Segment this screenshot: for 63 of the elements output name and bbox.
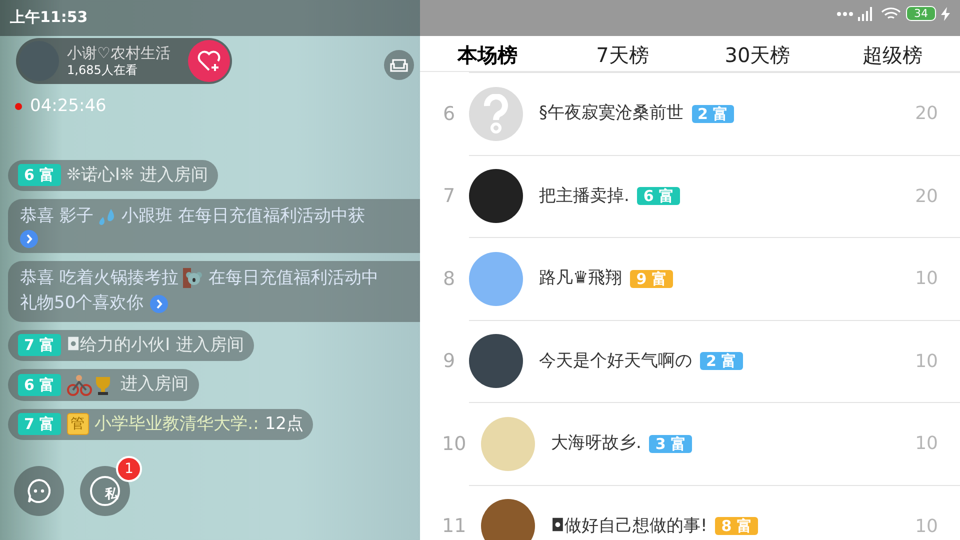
more-dots-icon bbox=[837, 12, 853, 16]
rank-number: 7 bbox=[443, 184, 456, 209]
level-badge: 2 富 bbox=[692, 104, 734, 123]
battery-icon: 34 bbox=[906, 6, 936, 21]
rank-number: 10 bbox=[442, 432, 466, 456]
follow-button[interactable] bbox=[188, 40, 230, 82]
viewer-count: 1,685人在看 bbox=[67, 62, 138, 78]
user-name: ◘做好自己想做的事! bbox=[551, 514, 708, 538]
level-badge: 6 富 bbox=[637, 187, 680, 206]
gift-text: 恭喜 吃着火锅揍考拉 bbox=[20, 266, 178, 290]
user-name: 路凡♛飛翔 bbox=[539, 267, 622, 290]
level-badge: 6 富 bbox=[18, 374, 61, 396]
score: 20 bbox=[915, 102, 938, 126]
wifi-icon bbox=[881, 6, 901, 20]
gift-text: 礼物50个喜欢你 bbox=[20, 292, 144, 315]
rank-number: 11 bbox=[442, 514, 466, 539]
user-name: ◘给力的小伙I bbox=[66, 334, 170, 356]
unread-badge: 1 bbox=[116, 456, 142, 482]
rank-number: 9 bbox=[443, 349, 456, 374]
chat-text: 12点 bbox=[264, 412, 304, 436]
enter-room-text: 进入房间 bbox=[140, 164, 208, 186]
user-name: 大海呀故乡. bbox=[551, 432, 642, 455]
ranking-tab[interactable]: 30天榜 bbox=[690, 0, 825, 71]
rank-number: 8 bbox=[443, 266, 456, 292]
level-badge: 3 富 bbox=[649, 434, 692, 453]
user-name: ❊诺心I❊ bbox=[66, 164, 134, 186]
gift-text: 恭喜 影子 bbox=[20, 205, 94, 228]
level-badge: 7 富 bbox=[18, 334, 61, 356]
user-name: 今天是个好天气啊の bbox=[539, 350, 692, 372]
level-badge: 6 富 bbox=[18, 164, 61, 186]
user-name: 把主播卖掉. bbox=[539, 184, 630, 208]
admin-badge: 管 bbox=[66, 413, 89, 436]
score: 10 bbox=[915, 432, 938, 456]
user-name: §午夜寂寞沧桑前世 bbox=[539, 102, 684, 125]
user-name: 小学毕业教清华大学.: bbox=[94, 412, 259, 436]
sofa-icon bbox=[389, 57, 409, 73]
gift-text: 在每日充值福利活动中 bbox=[208, 266, 378, 290]
live-timer: 04:25:46 bbox=[30, 95, 106, 118]
ranking-tab[interactable]: 本场榜 bbox=[420, 0, 555, 71]
level-badge: 2 富 bbox=[700, 352, 743, 370]
rank-number: 6 bbox=[443, 102, 456, 126]
private-message-label: 私 bbox=[90, 476, 120, 506]
score: 20 bbox=[915, 184, 938, 209]
koala-icon bbox=[182, 267, 204, 290]
chat-bubble-icon bbox=[25, 477, 53, 505]
level-badge: 7 富 bbox=[18, 413, 61, 436]
enter-room-text: 进入房间 bbox=[120, 373, 189, 396]
level-badge: 9 富 bbox=[630, 270, 673, 288]
ranking-tab[interactable]: 7天榜 bbox=[555, 0, 690, 71]
level-badge: 8 富 bbox=[715, 517, 758, 536]
heart-plus-icon bbox=[197, 50, 222, 72]
chat-button[interactable] bbox=[14, 466, 64, 516]
score: 10 bbox=[915, 267, 938, 292]
enter-room-text: 进入房间 bbox=[176, 334, 244, 356]
chevron-right-icon[interactable] bbox=[20, 230, 38, 248]
charging-bolt-icon bbox=[941, 6, 950, 20]
score: 10 bbox=[915, 350, 938, 374]
chevron-right-icon[interactable] bbox=[150, 294, 168, 313]
streamer-name: 小谢♡农村生活 bbox=[67, 44, 170, 63]
clock: 上午11:53 bbox=[10, 7, 88, 28]
gift-text: 小跟班 在每日充值福利活动中获 bbox=[121, 205, 365, 228]
score: 10 bbox=[915, 514, 938, 539]
sofa-button[interactable] bbox=[384, 50, 414, 80]
